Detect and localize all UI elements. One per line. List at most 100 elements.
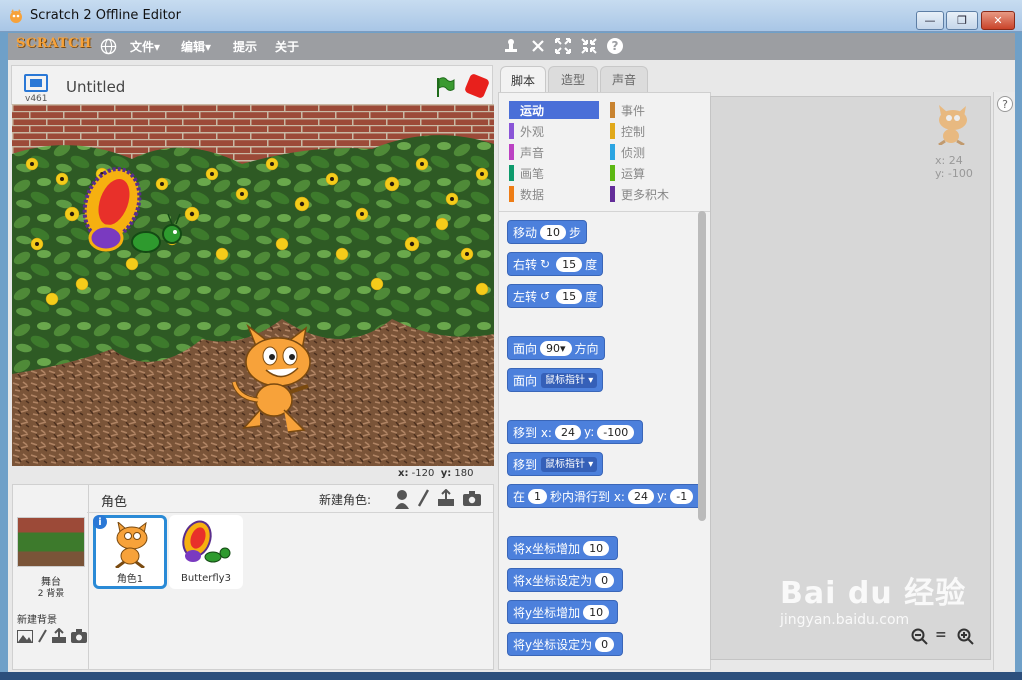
- block-input[interactable]: 15: [556, 256, 583, 272]
- block-goto-xy[interactable]: 移到 x: 24 y: -100: [507, 420, 644, 444]
- sprite-info-icon[interactable]: i: [93, 515, 107, 529]
- presentation-mode-icon[interactable]: [24, 74, 48, 92]
- camera-sprite-icon[interactable]: [463, 490, 481, 506]
- help-question-icon[interactable]: ?: [997, 96, 1013, 112]
- block-point-direction[interactable]: 面向 90▾ 方向: [507, 336, 605, 360]
- minimize-button[interactable]: —: [916, 11, 944, 30]
- block-input[interactable]: 90▾: [540, 340, 572, 356]
- category-color-bar: [509, 123, 514, 139]
- block-turn-right[interactable]: 右转 ↻ 15 度: [507, 252, 604, 276]
- stage-mouse-coords: x: -120 y: 180: [398, 468, 474, 479]
- stage-header: v461 Untitled: [11, 65, 493, 105]
- delete-icon[interactable]: [529, 37, 547, 55]
- category-label: 事件: [621, 103, 646, 118]
- block-change-y[interactable]: 将y坐标增加 10: [507, 600, 619, 624]
- category-operators[interactable]: 运算: [610, 164, 700, 182]
- category-more-blocks[interactable]: 更多积木: [610, 185, 700, 203]
- block-text: y:: [583, 425, 595, 439]
- block-change-x[interactable]: 将x坐标增加 10: [507, 536, 619, 560]
- menu-file[interactable]: 文件▾: [130, 38, 160, 55]
- sprite-thumb-cat[interactable]: i 角色1: [93, 515, 167, 589]
- category-data[interactable]: 数据: [509, 185, 599, 203]
- zoom-in-icon[interactable]: [957, 628, 975, 646]
- category-looks[interactable]: 外观: [509, 122, 599, 140]
- upload-backdrop-icon[interactable]: [51, 628, 67, 644]
- block-move-steps[interactable]: 移动 10 步: [507, 220, 588, 244]
- rotate-left-icon: ↺: [540, 289, 551, 303]
- block-input[interactable]: 0: [595, 572, 615, 588]
- category-color-bar: [610, 123, 615, 139]
- tab-costumes[interactable]: 造型: [548, 66, 598, 92]
- green-flag-icon[interactable]: [434, 76, 456, 98]
- menu-edit[interactable]: 编辑▾: [181, 38, 211, 55]
- paint-sprite-icon[interactable]: [417, 489, 429, 509]
- close-button[interactable]: ✕: [981, 11, 1015, 30]
- block-point-towards[interactable]: 面向 鼠标指针 ▾: [507, 368, 604, 392]
- stage-thumbnail[interactable]: [17, 517, 85, 567]
- block-text: 面向: [513, 373, 538, 388]
- stage-canvas[interactable]: [12, 104, 494, 466]
- block-input[interactable]: 0: [595, 636, 615, 652]
- block-text: 左转: [513, 289, 538, 304]
- block-set-x[interactable]: 将x坐标设定为 0: [507, 568, 624, 592]
- help-icon[interactable]: ?: [606, 37, 624, 55]
- category-color-bar: [610, 165, 615, 181]
- block-glide[interactable]: 在 1 秒内滑行到 x: 24 y: -1: [507, 484, 703, 508]
- block-dropdown[interactable]: 鼠标指针 ▾: [541, 456, 598, 472]
- block-goto[interactable]: 移到 鼠标指针 ▾: [507, 452, 604, 476]
- category-color-bar: [610, 102, 615, 118]
- category-color-bar: [610, 144, 615, 160]
- category-pen[interactable]: 画笔: [509, 164, 599, 182]
- block-dropdown[interactable]: 鼠标指针 ▾: [541, 372, 598, 388]
- block-input[interactable]: 24: [627, 488, 654, 504]
- block-text: 面向: [513, 341, 538, 356]
- block-set-y[interactable]: 将y坐标设定为 0: [507, 632, 624, 656]
- tab-scripts[interactable]: 脚本: [500, 66, 546, 93]
- scratch-logo[interactable]: SCRATCH: [16, 36, 91, 56]
- sprite-thumb-butterfly[interactable]: Butterfly3: [169, 515, 243, 589]
- zoom-reset-button[interactable]: =: [935, 627, 947, 643]
- palette-scrollbar[interactable]: [698, 211, 706, 521]
- paint-backdrop-icon[interactable]: [17, 630, 33, 643]
- category-color-bar: [509, 144, 514, 160]
- block-text: y:: [656, 489, 668, 503]
- block-input[interactable]: 1: [528, 488, 548, 504]
- block-input[interactable]: -100: [597, 424, 635, 440]
- sprite-y-readout: y: -100: [935, 167, 973, 180]
- block-input[interactable]: 24: [554, 424, 581, 440]
- help-panel: ?: [993, 92, 1015, 670]
- block-input[interactable]: -1: [670, 488, 694, 504]
- baidu-watermark: Bai du 经验 jingyan.baidu.com: [780, 568, 966, 628]
- zoom-out-icon[interactable]: [911, 628, 929, 646]
- x-label: x:: [398, 468, 409, 479]
- category-events[interactable]: 事件: [610, 101, 700, 119]
- draw-backdrop-icon[interactable]: [37, 629, 47, 644]
- block-text: 度: [585, 289, 598, 304]
- menu-tips[interactable]: 提示: [233, 38, 257, 55]
- category-sound[interactable]: 声音: [509, 143, 599, 161]
- category-label: 外观: [520, 124, 545, 139]
- shrink-icon[interactable]: [580, 37, 598, 55]
- category-label: 运动: [520, 103, 545, 118]
- category-label: 侦测: [621, 145, 646, 160]
- upload-sprite-icon[interactable]: [437, 489, 455, 507]
- sprite-library-icon[interactable]: [393, 489, 411, 509]
- window-titlebar: Scratch 2 Offline Editor — ❐ ✕: [0, 0, 1022, 32]
- category-motion[interactable]: 运动: [509, 101, 599, 119]
- menu-about[interactable]: 关于: [275, 38, 299, 55]
- block-input[interactable]: 10: [540, 224, 567, 240]
- block-input[interactable]: 15: [556, 288, 583, 304]
- camera-backdrop-icon[interactable]: [71, 629, 87, 643]
- block-turn-left[interactable]: 左转 ↺ 15 度: [507, 284, 604, 308]
- tab-sounds[interactable]: 声音: [600, 66, 648, 92]
- block-input[interactable]: 10: [583, 540, 610, 556]
- globe-icon[interactable]: [100, 38, 117, 55]
- project-title[interactable]: Untitled: [66, 78, 125, 96]
- duplicate-icon[interactable]: [502, 37, 520, 55]
- block-input[interactable]: 10: [583, 604, 610, 620]
- grow-icon[interactable]: [554, 37, 572, 55]
- category-sensing[interactable]: 侦测: [610, 143, 700, 161]
- restore-button[interactable]: ❐: [946, 11, 978, 30]
- category-control[interactable]: 控制: [610, 122, 700, 140]
- stop-icon[interactable]: [463, 72, 491, 100]
